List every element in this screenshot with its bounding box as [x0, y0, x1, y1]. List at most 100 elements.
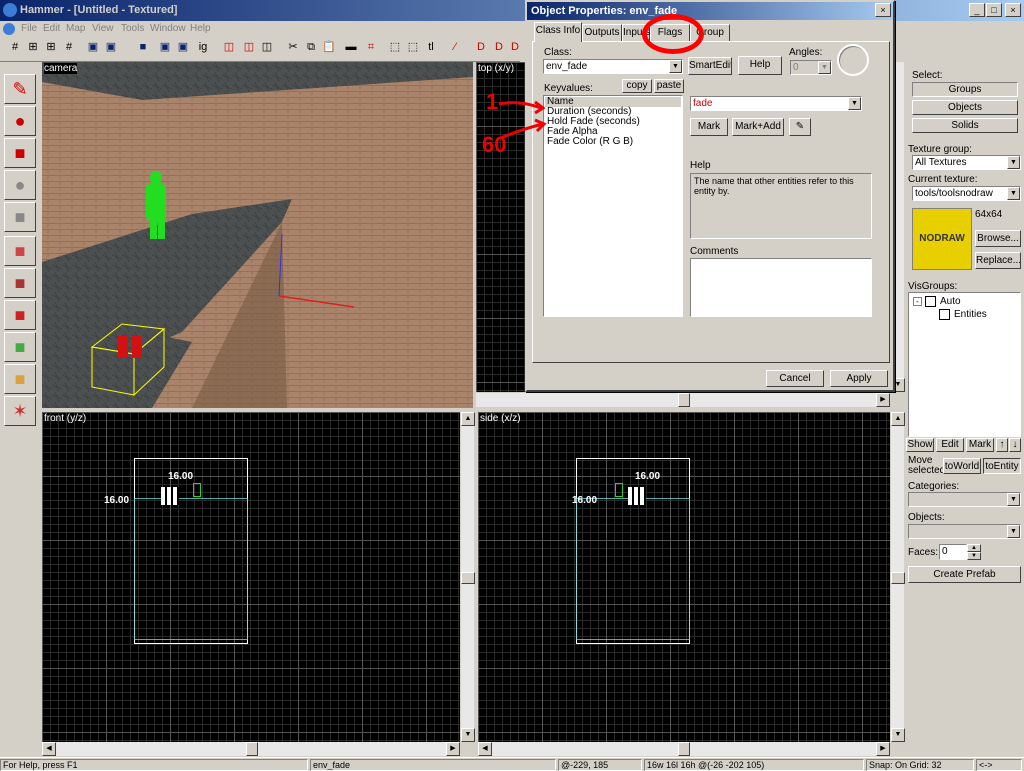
close-window-button[interactable]: × [1005, 3, 1021, 17]
replace-button[interactable]: Replace... [975, 252, 1021, 269]
block-tool-icon[interactable]: ■ [4, 202, 36, 232]
tie-to-entity-icon[interactable]: ▣ [176, 40, 190, 54]
cut-icon[interactable]: ✂ [286, 40, 300, 54]
front-entity-marker[interactable] [161, 487, 179, 505]
texture-scale-lock-icon[interactable]: ⌗ [364, 40, 378, 54]
visgroup-mark-button[interactable]: Mark [966, 438, 994, 452]
copy-button[interactable]: copy [622, 79, 652, 93]
maximize-button[interactable]: □ [986, 3, 1002, 17]
menu-file[interactable]: File [21, 23, 37, 34]
tab-class-info[interactable]: Class Info [534, 22, 582, 42]
camera-viewport[interactable]: camera [42, 62, 473, 408]
scroll-thumb[interactable] [678, 393, 690, 407]
create-prefab-button[interactable]: Create Prefab [908, 566, 1021, 583]
select-groups-button[interactable]: Groups [912, 82, 1018, 97]
scroll-thumb[interactable] [246, 742, 258, 756]
eyedropper-icon[interactable]: ✎ [789, 118, 811, 136]
grid-toggle-icon[interactable]: # [8, 40, 22, 54]
dialog-close-button[interactable]: × [875, 3, 891, 17]
texture-preview[interactable]: NODRAW [912, 208, 972, 270]
categories-combo[interactable]: ▼ [908, 492, 1021, 507]
paste-icon[interactable]: 📋 [322, 40, 336, 54]
class-combo[interactable]: env_fade ▼ [543, 59, 683, 74]
front-viewport[interactable]: front (y/z) 16.00 16.00 [42, 412, 460, 742]
scroll-right-icon[interactable]: ▶ [446, 742, 460, 756]
show-hidden-icon[interactable]: ◫ [260, 40, 274, 54]
to-entity-button[interactable]: toEntity [983, 458, 1021, 474]
ungroup-icon[interactable]: ▣ [158, 40, 172, 54]
browse-button[interactable]: Browse... [975, 230, 1021, 247]
angles-dial[interactable] [837, 44, 869, 76]
paste-button[interactable]: paste [654, 79, 684, 93]
scroll-up-icon[interactable]: ▲ [461, 412, 475, 426]
collapse-icon[interactable]: - [913, 297, 922, 306]
help-button[interactable]: Help [738, 56, 782, 75]
snap-icon[interactable]: ⬚ [406, 40, 420, 54]
objects-combo[interactable]: ▼ [908, 524, 1021, 539]
select-objects-button[interactable]: Objects [912, 100, 1018, 115]
run-map-icon[interactable]: D [474, 40, 488, 54]
radius-culling-icon[interactable]: tl [424, 40, 438, 54]
hide-unselected-icon[interactable]: ◫ [242, 40, 256, 54]
menu-help[interactable]: Help [190, 23, 211, 34]
arrow-down-icon[interactable]: ↓ [1009, 438, 1021, 452]
smartedit-button[interactable]: SmartEdit [688, 57, 732, 75]
grid-3d-icon[interactable]: # [62, 40, 76, 54]
vertex-tool-icon[interactable]: ✶ [4, 396, 36, 426]
menu-map[interactable]: Map [66, 23, 85, 34]
cancel-button[interactable]: Cancel [766, 370, 824, 387]
visgroups-tree[interactable]: - Auto Entities [908, 292, 1021, 437]
menu-window[interactable]: Window [150, 23, 186, 34]
scroll-thumb[interactable] [678, 742, 690, 756]
scroll-left-icon[interactable]: ◀ [478, 742, 492, 756]
grid-smaller-icon[interactable]: ⊞ [26, 40, 40, 54]
hide-selected-icon[interactable]: ◫ [222, 40, 236, 54]
compile-icon[interactable]: D [508, 40, 522, 54]
visgroup-entities-checkbox[interactable] [939, 309, 950, 320]
check-problems-icon[interactable]: D [492, 40, 506, 54]
entity-tool-icon[interactable]: ● [4, 170, 36, 200]
visgroup-auto-checkbox[interactable] [925, 296, 936, 307]
top-viewport-hscrollbar[interactable]: ▶ [476, 393, 890, 407]
scroll-left-icon[interactable]: ◀ [42, 742, 56, 756]
carve-icon[interactable]: ▣ [86, 40, 100, 54]
scroll-right-icon[interactable]: ▶ [876, 393, 890, 407]
selection-tool-icon[interactable]: ✎ [4, 74, 36, 104]
faces-down-icon[interactable]: ▼ [967, 552, 981, 560]
selection-box-icon[interactable]: ⬚ [388, 40, 402, 54]
scroll-right-icon[interactable]: ▶ [876, 742, 890, 756]
front-hscrollbar[interactable]: ◀ ▶ [42, 742, 460, 756]
scroll-down-icon[interactable]: ▼ [461, 728, 475, 742]
texture-tool-icon[interactable]: ■ [4, 236, 36, 266]
tab-outputs[interactable]: Outputs [582, 24, 622, 42]
arrow-up-icon[interactable]: ↑ [996, 438, 1008, 452]
comments-field[interactable] [690, 258, 872, 317]
scroll-thumb[interactable] [891, 572, 905, 584]
grid-larger-icon[interactable]: ⊞ [44, 40, 58, 54]
faces-up-icon[interactable]: ▲ [967, 544, 981, 552]
side-vscrollbar[interactable]: ▲ ▼ [890, 412, 905, 742]
texture-group-combo[interactable]: All Textures ▼ [912, 155, 1021, 170]
copy-icon[interactable]: ⧉ [304, 40, 318, 54]
to-world-button[interactable]: toWorld [943, 458, 981, 474]
mark-add-button[interactable]: Mark+Add [732, 118, 784, 136]
decal-tool-icon[interactable]: ■ [4, 300, 36, 330]
texture-lock-icon[interactable]: ▬ [344, 40, 358, 54]
side-viewport[interactable]: side (x/z) 16.00 16.00 [478, 412, 890, 742]
side-entity-marker[interactable] [628, 487, 646, 505]
clipping-tool-icon[interactable]: ■ [4, 364, 36, 394]
ignore-groups-icon[interactable]: ig [196, 40, 210, 54]
menu-edit[interactable]: Edit [43, 23, 60, 34]
current-texture-combo[interactable]: tools/toolsnodraw ▼ [912, 186, 1021, 201]
keyvalue-fade-color[interactable]: Fade Color (R G B) [547, 137, 633, 147]
front-vscrollbar[interactable]: ▲ ▼ [460, 412, 475, 742]
camera-tool-icon[interactable]: ■ [4, 138, 36, 168]
entity-report-icon[interactable]: ⁄ [448, 40, 462, 54]
value-combo[interactable]: fade ▼ [690, 96, 862, 111]
select-solids-button[interactable]: Solids [912, 118, 1018, 133]
menu-tools[interactable]: Tools [121, 23, 144, 34]
apply-button[interactable]: Apply [830, 370, 888, 387]
group-icon[interactable]: ■ [136, 40, 150, 54]
magnify-tool-icon[interactable]: ● [4, 106, 36, 136]
value-field[interactable]: fade [693, 98, 712, 109]
